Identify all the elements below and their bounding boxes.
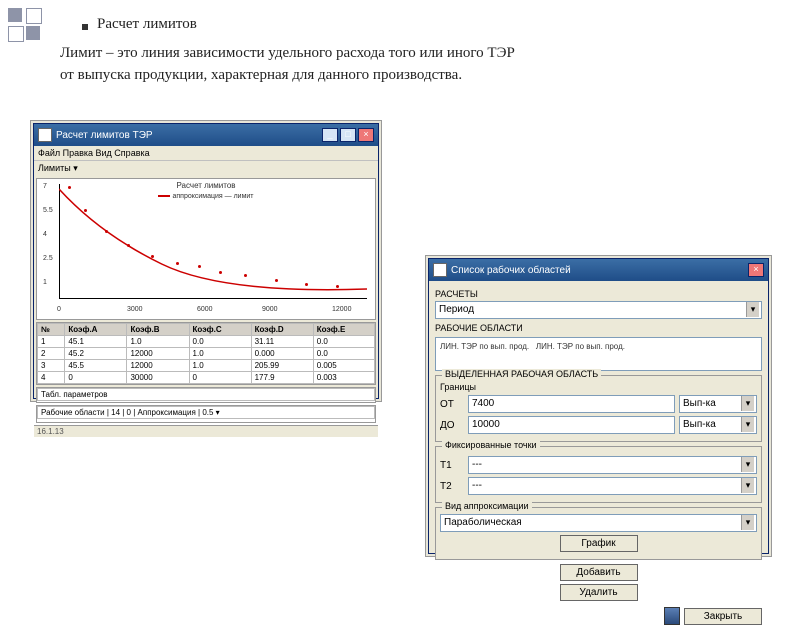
to-unit-select[interactable]: Вып-ка [679,416,757,434]
chart-title-text: Расчет лимитов ТЭР [56,130,153,141]
add-button[interactable]: Добавить [560,564,638,581]
close-icon[interactable]: × [748,263,764,277]
dialog-titlebar: Список рабочих областей × [429,259,768,281]
range-caption: Границы [440,382,757,392]
maximize-icon[interactable]: □ [340,128,356,142]
params-row: Табл. параметров [36,387,376,403]
heading: Расчет лимитов [97,16,197,33]
group-fix: Фиксированные точки Т1 --- Т2 --- [435,446,762,503]
delete-button[interactable]: Удалить [560,584,638,601]
from-label: ОТ [440,399,464,410]
t2-label: Т2 [440,481,464,492]
app-icon [433,263,447,277]
period-select[interactable]: Период [435,301,762,319]
section-label: РАБОЧИЕ ОБЛАСТИ [435,323,762,333]
paragraph: Лимит – это линия зависимости удельного … [60,42,515,86]
from-unit-select[interactable]: Вып-ка [679,395,757,413]
xtick: 12000 [332,306,351,313]
app-icon [38,128,52,142]
section-label: РАСЧЕТЫ [435,289,762,299]
t2-select[interactable]: --- [468,477,757,495]
ytick: 5.5 [43,207,53,214]
t1-label: Т1 [440,460,464,471]
area-list[interactable]: ЛИН. ТЭР по вып. прод. ЛИН. ТЭР по вып. … [435,337,762,371]
xtick: 9000 [262,306,278,313]
dialog-title-text: Список рабочих областей [451,265,571,276]
ytick: 2.5 [43,255,53,262]
xtick: 3000 [127,306,143,313]
group-approx: Вид аппроксимации Параболическая График [435,507,762,560]
group-approx-title: Вид аппроксимации [442,501,532,511]
group-range: ВЫДЕЛЕННАЯ РАБОЧАЯ ОБЛАСТЬ Границы ОТ 74… [435,375,762,442]
toolbar[interactable]: Лимиты ▾ [34,161,378,176]
draw-button[interactable]: График [560,535,638,552]
screenshot-dialog: Список рабочих областей × РАСЧЕТЫ Период… [425,255,772,557]
ytick: 1 [43,279,47,286]
from-input[interactable]: 7400 [468,395,675,413]
t1-select[interactable]: --- [468,456,757,474]
lower-table[interactable]: Рабочие области | 14 | 0 | Аппроксимация… [36,405,376,423]
status-bar: 16.1.13 [34,425,378,437]
approx-select[interactable]: Параболическая [440,514,757,532]
xtick: 0 [57,306,61,313]
xtick: 6000 [197,306,213,313]
close-icon[interactable]: × [358,128,374,142]
bullet-icon [82,24,88,30]
door-icon [664,607,680,625]
coeff-table: №Коэф.A Коэф.BКоэф.C Коэф.DКоэф.E 145.11… [36,322,376,385]
chart-titlebar: Расчет лимитов ТЭР _ □ × [34,124,378,146]
to-input[interactable]: 10000 [468,416,675,434]
to-label: ДО [440,420,464,431]
screenshot-chart-window: Расчет лимитов ТЭР _ □ × Файл Правка Вид… [30,120,382,402]
ytick: 4 [43,231,47,238]
group-range-title: ВЫДЕЛЕННАЯ РАБОЧАЯ ОБЛАСТЬ [442,369,601,379]
slide-logo [8,8,58,48]
group-fix-title: Фиксированные точки [442,440,540,450]
menu-bar[interactable]: Файл Правка Вид Справка [34,146,378,161]
close-button[interactable]: Закрыть [684,608,762,625]
ytick: 7 [43,183,47,190]
minimize-icon[interactable]: _ [322,128,338,142]
chart-plot: Расчет лимитов аппроксимация — лимит 7 5… [36,178,376,320]
